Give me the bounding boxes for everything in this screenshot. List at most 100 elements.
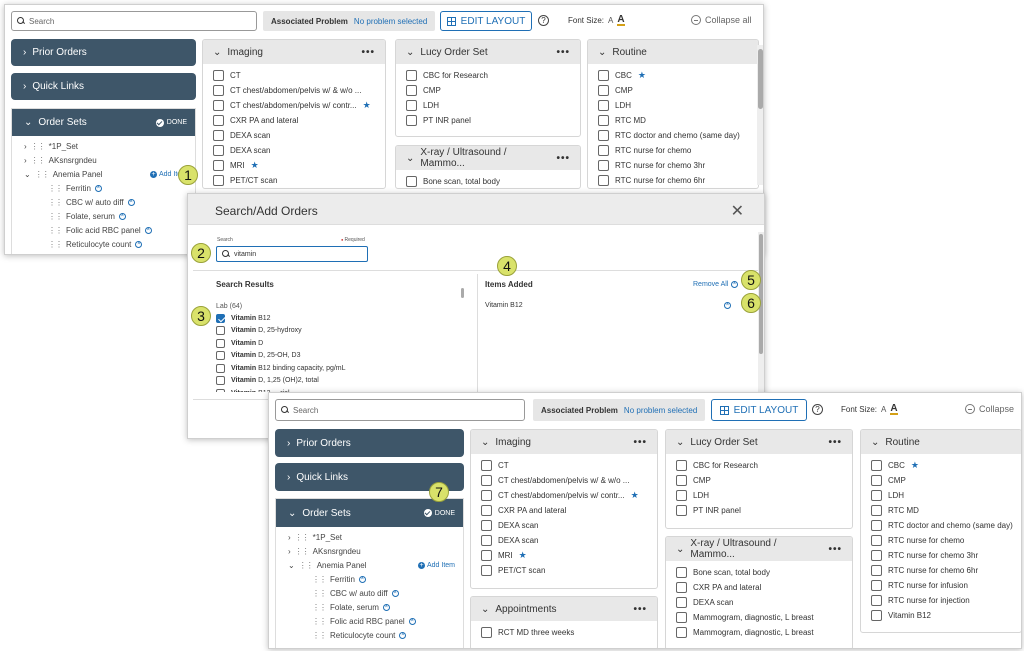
drag-handle-icon[interactable]: ⋮⋮ <box>31 142 46 151</box>
card-header[interactable]: ⌄ Imaging ••• <box>203 40 385 64</box>
drag-handle-icon[interactable]: ⋮⋮ <box>48 226 63 235</box>
checkbox[interactable] <box>598 145 609 156</box>
list-item[interactable]: DEXA scan <box>481 533 657 548</box>
help-icon[interactable]: ? <box>538 15 549 26</box>
checkbox[interactable] <box>871 610 882 621</box>
font-small-button[interactable]: A <box>881 405 886 414</box>
checkbox[interactable] <box>871 520 882 531</box>
checkbox[interactable] <box>481 490 492 501</box>
checkbox[interactable] <box>213 70 224 81</box>
checkbox[interactable] <box>871 550 882 561</box>
list-item[interactable]: CXR PA and lateral <box>213 113 385 128</box>
drag-handle-icon[interactable]: ⋮⋮ <box>312 603 327 612</box>
list-item[interactable]: LDH <box>406 98 580 113</box>
more-icon[interactable]: ••• <box>556 47 570 58</box>
drag-handle-icon[interactable]: ⋮⋮ <box>295 547 310 556</box>
list-item[interactable]: PET/CT scan <box>481 563 657 578</box>
tree-item[interactable]: › ⋮⋮ *1P_Set <box>276 533 463 542</box>
checkbox[interactable] <box>676 567 687 578</box>
tree-item[interactable]: ⌄ ⋮⋮ Anemia Panel + Add Item <box>276 561 463 570</box>
list-item[interactable]: PT INR panel <box>406 113 580 128</box>
tree-item[interactable]: › ⋮⋮ AKsnsrgndeu <box>12 156 195 165</box>
list-item[interactable]: PET/CT scan <box>213 173 385 188</box>
checkbox[interactable] <box>676 475 687 486</box>
list-item[interactable]: MRI ★ <box>481 548 657 563</box>
remove-all-link[interactable]: Remove All <box>693 281 728 288</box>
list-item[interactable]: CT <box>481 458 657 473</box>
checkbox[interactable] <box>871 595 882 606</box>
checkbox[interactable] <box>481 565 492 576</box>
checkbox[interactable] <box>871 475 882 486</box>
checkbox[interactable] <box>213 145 224 156</box>
card-header[interactable]: ⌄ Imaging ••• <box>471 430 657 454</box>
drag-handle-icon[interactable]: ⋮⋮ <box>35 170 50 179</box>
drag-handle-icon[interactable]: ⋮⋮ <box>312 617 327 626</box>
list-item[interactable]: CBC ★ <box>598 68 758 83</box>
scrollbar[interactable] <box>757 45 763 185</box>
chevron-right-icon[interactable]: › <box>288 533 291 542</box>
remove-icon[interactable]: × <box>135 241 143 248</box>
drag-handle-icon[interactable]: ⋮⋮ <box>48 240 63 249</box>
checkbox[interactable] <box>213 175 224 186</box>
associated-problem[interactable]: Associated Problem No problem selected <box>533 399 706 421</box>
list-item[interactable]: DEXA scan <box>213 128 385 143</box>
tree-child-item[interactable]: ⋮⋮ CBC w/ auto diff × <box>276 589 463 598</box>
search-input[interactable]: Search <box>275 399 525 421</box>
star-icon[interactable]: ★ <box>251 160 259 171</box>
order-sets-header[interactable]: ⌄ Order Sets DONE <box>12 109 195 136</box>
list-item[interactable]: DEXA scan <box>676 595 852 610</box>
list-item[interactable]: CT chest/abdomen/pelvis w/ & w/o ... <box>481 473 657 488</box>
scrollbar-thumb[interactable] <box>759 234 763 354</box>
scrollbar-thumb[interactable] <box>758 49 763 109</box>
list-item[interactable]: Bone scan, total body <box>406 174 580 188</box>
list-item[interactable]: CT <box>213 68 385 83</box>
checkbox[interactable] <box>216 326 225 336</box>
search-result-item[interactable]: Vitamin D, 25-hydroxy <box>216 325 466 338</box>
tree-child-item[interactable]: ⋮⋮ Folic acid RBC panel × <box>276 617 463 626</box>
checkbox[interactable] <box>676 460 687 471</box>
remove-icon[interactable]: × <box>358 576 366 583</box>
tree-child-item[interactable]: ⋮⋮ Reticulocyte count × <box>276 631 463 640</box>
remove-icon[interactable]: × <box>391 590 399 597</box>
search-input[interactable]: Search <box>11 11 257 31</box>
list-item[interactable]: Mammogram, diagnostic, L breast <box>676 610 852 625</box>
checkbox[interactable] <box>481 475 492 486</box>
prior-orders-nav[interactable]: › Prior Orders <box>11 39 196 66</box>
drag-handle-icon[interactable]: ⋮⋮ <box>31 156 46 165</box>
checkbox[interactable] <box>598 175 609 186</box>
checkbox[interactable] <box>676 490 687 501</box>
list-item[interactable]: RTC nurse for chemo 6hr <box>598 173 758 188</box>
list-item[interactable]: CT chest/abdomen/pelvis w/ contr... ★ <box>481 488 657 503</box>
list-item[interactable]: PT INR panel <box>676 503 852 518</box>
checkbox[interactable] <box>216 313 225 323</box>
checkbox[interactable] <box>481 627 492 638</box>
list-item[interactable]: CBC for Research <box>676 458 852 473</box>
results-scrollbar[interactable] <box>460 280 465 300</box>
chevron-right-icon[interactable]: › <box>24 156 27 165</box>
more-icon[interactable]: ••• <box>361 47 375 58</box>
list-item[interactable]: CXR PA and lateral <box>676 580 852 595</box>
list-item[interactable]: CMP <box>676 473 852 488</box>
done-button[interactable]: DONE <box>155 118 187 127</box>
list-item[interactable]: RTC nurse for chemo 3hr <box>871 548 1021 563</box>
drag-handle-icon[interactable]: ⋮⋮ <box>312 589 327 598</box>
checkbox[interactable] <box>481 550 492 561</box>
list-item[interactable]: DEXA scan <box>213 143 385 158</box>
tree-item[interactable]: › ⋮⋮ *1P_Set <box>12 142 195 151</box>
collapse-all-button[interactable]: Collapse <box>965 404 1014 414</box>
card-header[interactable]: ⌄ Lucy Order Set ••• <box>396 40 580 64</box>
card-header[interactable]: ⌄ Routine <box>861 430 1021 454</box>
checkbox[interactable] <box>406 100 417 111</box>
checkbox[interactable] <box>598 100 609 111</box>
tree-child-item[interactable]: ⋮⋮ Ferritin × <box>276 575 463 584</box>
star-icon[interactable]: ★ <box>363 100 371 111</box>
remove-icon[interactable]: × <box>144 227 152 234</box>
remove-icon[interactable]: × <box>118 213 126 220</box>
card-header[interactable]: ⌄ Routine <box>588 40 758 64</box>
done-button[interactable]: DONE <box>423 509 455 517</box>
close-icon[interactable]: ✕ <box>731 201 744 221</box>
list-item[interactable]: CXR PA and lateral <box>481 503 657 518</box>
card-header[interactable]: ⌄ Lucy Order Set ••• <box>666 430 852 454</box>
search-result-item[interactable]: Vitamin D, 1,25 (OH)2, total <box>216 375 466 388</box>
list-item[interactable]: CT chest/abdomen/pelvis w/ & w/o ... <box>213 83 385 98</box>
